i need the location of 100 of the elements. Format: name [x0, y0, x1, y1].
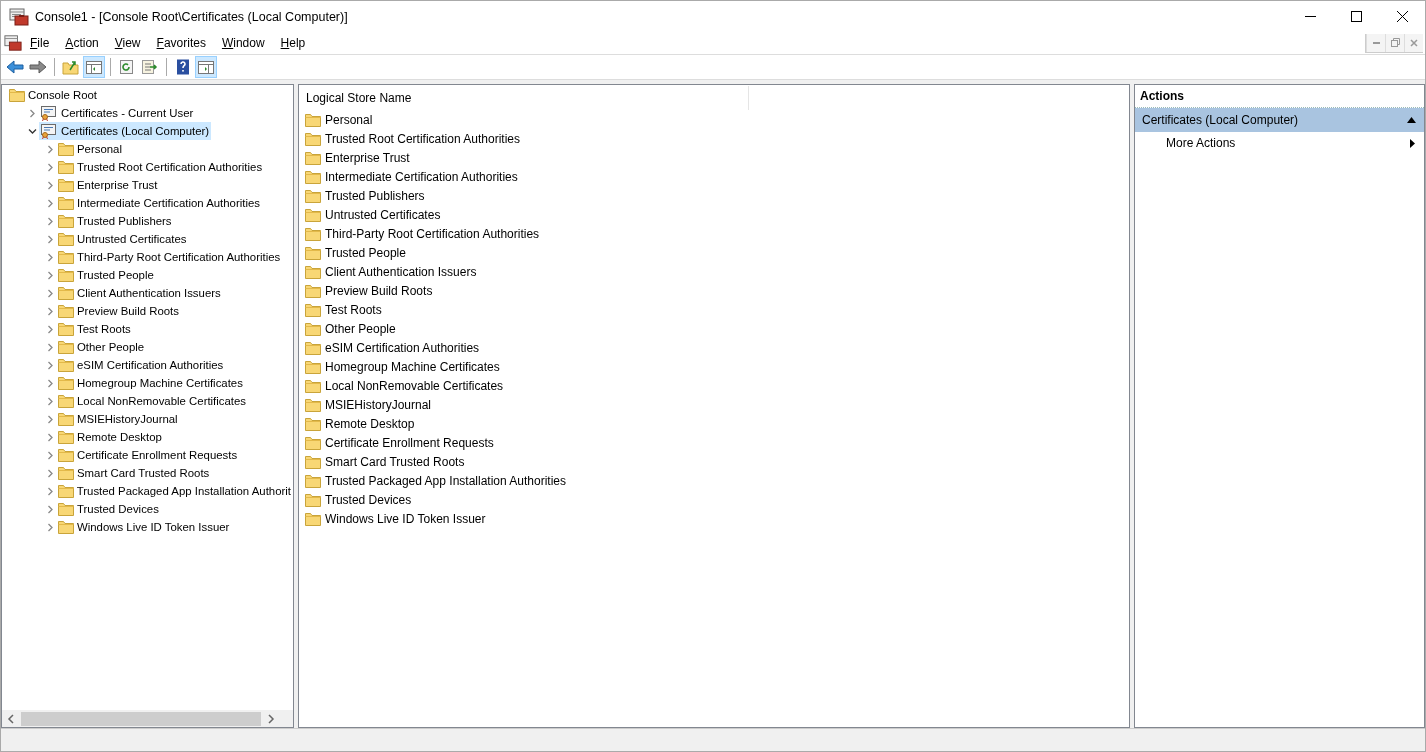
tree-item[interactable]: Trusted Packaged App Installation Authorit: [56, 483, 293, 499]
tree-item[interactable]: Preview Build Roots: [57, 303, 181, 319]
menu-item[interactable]: Help: [272, 36, 314, 50]
list-item[interactable]: Other People: [299, 319, 1129, 338]
folder-icon: [58, 178, 74, 192]
tree-item[interactable]: Trusted People: [57, 267, 156, 283]
tree-item[interactable]: Personal: [57, 141, 124, 157]
action-item[interactable]: More Actions: [1135, 132, 1424, 154]
tree-item[interactable]: Intermediate Certification Authorities: [57, 195, 262, 211]
certificate-icon: [40, 123, 58, 139]
list-item[interactable]: Personal: [299, 110, 1129, 129]
actions-section-header[interactable]: Certificates (Local Computer): [1135, 108, 1424, 132]
list-item[interactable]: MSIEHistoryJournal: [299, 395, 1129, 414]
list-item[interactable]: Smart Card Trusted Roots: [299, 452, 1129, 471]
list-item[interactable]: eSIM Certification Authorities: [299, 338, 1129, 357]
list-item[interactable]: Intermediate Certification Authorities: [299, 167, 1129, 186]
tree-item[interactable]: Untrusted Certificates: [57, 231, 189, 247]
tree-item[interactable]: Client Authentication Issuers: [57, 285, 223, 301]
certificate-icon: [40, 105, 58, 121]
folder-icon: [305, 359, 321, 374]
folder-icon: [305, 112, 321, 127]
tree-item[interactable]: eSIM Certification Authorities: [57, 357, 226, 373]
tree-item[interactable]: Certificates - Current User: [39, 104, 196, 122]
list-item[interactable]: Trusted Root Certification Authorities: [299, 129, 1129, 148]
submenu-arrow-icon: [1410, 138, 1415, 148]
show-hide-tree-button[interactable]: [83, 56, 105, 78]
list-item[interactable]: Trusted Devices: [299, 490, 1129, 509]
list-item[interactable]: Remote Desktop: [299, 414, 1129, 433]
folder-icon: [305, 169, 321, 184]
list-item[interactable]: Trusted People: [299, 243, 1129, 262]
tree-item[interactable]: Trusted Publishers: [57, 213, 174, 229]
menu-item[interactable]: Action: [57, 36, 107, 50]
restore-icon: [1390, 38, 1400, 47]
tree-item[interactable]: Third-Party Root Certification Authorities: [57, 249, 283, 265]
list-item[interactable]: Enterprise Trust: [299, 148, 1129, 167]
tree-item[interactable]: Smart Card Trusted Roots: [57, 465, 212, 481]
list-item[interactable]: Untrusted Certificates: [299, 205, 1129, 224]
folder-icon: [58, 412, 74, 426]
tree-item[interactable]: Console Root: [8, 87, 100, 103]
list-item[interactable]: Trusted Publishers: [299, 186, 1129, 205]
list-item[interactable]: Client Authentication Issuers: [299, 262, 1129, 281]
folder-icon: [58, 304, 74, 318]
folder-icon: [305, 397, 321, 412]
folder-icon: [58, 196, 74, 210]
tree-item[interactable]: Other People: [57, 339, 147, 355]
tree-item[interactable]: Certificates (Local Computer): [39, 122, 212, 140]
expanded-chevron-icon[interactable]: [26, 126, 39, 136]
show-hide-action-pane-button[interactable]: [195, 56, 217, 78]
scroll-right-icon[interactable]: [267, 713, 275, 724]
folder-icon: [58, 376, 74, 390]
folder-icon: [58, 448, 74, 462]
list-item[interactable]: Certificate Enrollment Requests: [299, 433, 1129, 452]
scroll-left-icon[interactable]: [7, 713, 15, 724]
list-item[interactable]: Homegroup Machine Certificates: [299, 357, 1129, 376]
tree-item[interactable]: Test Roots: [57, 321, 133, 337]
folder-icon: [58, 520, 74, 534]
maximize-icon: [1350, 11, 1362, 22]
menu-item[interactable]: View: [106, 36, 149, 50]
folder-icon: [58, 430, 74, 444]
folder-icon: [305, 454, 321, 469]
folder-icon: [305, 511, 321, 526]
folder-icon: [305, 150, 321, 165]
folder-icon: [58, 160, 74, 174]
list-item[interactable]: Preview Build Roots: [299, 281, 1129, 300]
window-title: Console1 - [Console Root\Certificates (Local Computer)]: [35, 9, 348, 24]
tree-item[interactable]: Homegroup Machine Certificates: [57, 375, 245, 391]
folder-icon: [305, 340, 321, 355]
folder-icon: [305, 492, 321, 507]
folder-icon: [58, 394, 74, 408]
tree-item[interactable]: Trusted Root Certification Authorities: [57, 159, 265, 175]
close-icon: [1396, 11, 1408, 22]
list-item[interactable]: Trusted Packaged App Installation Authorities: [299, 471, 1129, 490]
tree-item[interactable]: MSIEHistoryJournal: [57, 411, 180, 427]
tree-item[interactable]: Windows Live ID Token Issuer: [57, 519, 232, 535]
horizontal-scrollbar[interactable]: [2, 710, 293, 727]
folder-icon: [305, 435, 321, 450]
folder-icon: [305, 245, 321, 260]
menu-item[interactable]: Favorites: [148, 36, 214, 50]
list-item[interactable]: Windows Live ID Token Issuer: [299, 509, 1129, 528]
close-button[interactable]: [1404, 33, 1423, 52]
scrollbar-thumb[interactable]: [21, 711, 261, 726]
folder-icon: [58, 286, 74, 300]
restore-button[interactable]: [1385, 33, 1404, 52]
folder-icon: [58, 358, 74, 372]
tree-item[interactable]: Enterprise Trust: [57, 177, 160, 193]
list-item[interactable]: Third-Party Root Certification Authorities: [299, 224, 1129, 243]
folder-icon: [58, 466, 74, 480]
tree-item[interactable]: Remote Desktop: [57, 429, 164, 445]
menu-item[interactable]: Window: [213, 36, 273, 50]
menu-item[interactable]: File: [22, 36, 58, 50]
folder-icon: [305, 473, 321, 488]
tree-item[interactable]: Trusted Devices: [57, 501, 161, 517]
folder-icon: [58, 214, 74, 228]
list-item[interactable]: Test Roots: [299, 300, 1129, 319]
tree-item[interactable]: Certificate Enrollment Requests: [57, 447, 240, 463]
close-icon: [1410, 38, 1418, 47]
list-item[interactable]: Local NonRemovable Certificates: [299, 376, 1129, 395]
minimize-button[interactable]: [1366, 33, 1385, 52]
column-header[interactable]: Logical Store Name: [299, 85, 749, 110]
tree-item[interactable]: Local NonRemovable Certificates: [57, 393, 249, 409]
